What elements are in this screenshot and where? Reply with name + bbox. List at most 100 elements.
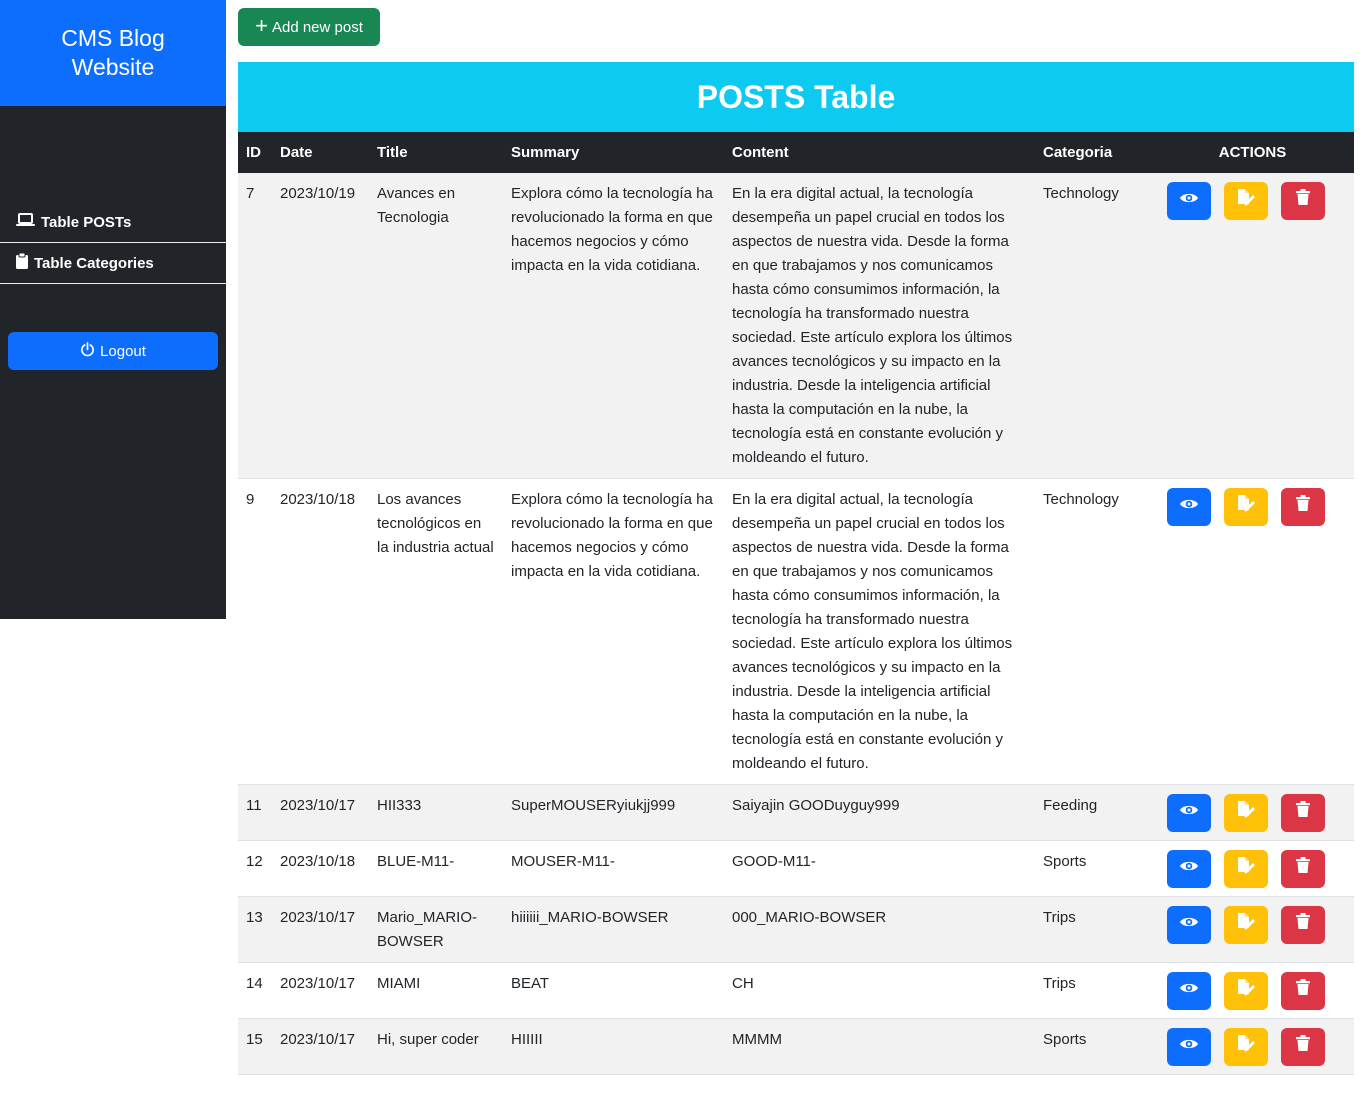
sidebar-item-table-posts[interactable]: Table POSTs xyxy=(0,202,226,243)
cell-content: CH xyxy=(724,962,1035,1019)
table-row: 11 2023/10/17 HII333 SuperMOUSERyiukjj99… xyxy=(238,784,1354,841)
edit-file-icon xyxy=(1236,188,1256,214)
column-header-title: Title xyxy=(377,144,408,161)
trash-icon xyxy=(1296,801,1310,825)
cell-summary: HIIIII xyxy=(503,1018,724,1075)
delete-button[interactable] xyxy=(1281,850,1325,888)
eye-icon xyxy=(1179,857,1199,881)
delete-button[interactable] xyxy=(1281,182,1325,220)
edit-button[interactable] xyxy=(1224,850,1268,888)
eye-icon xyxy=(1179,189,1199,213)
row-actions xyxy=(1159,906,1346,944)
table-row: 15 2023/10/17 Hi, super coder HIIIII MMM… xyxy=(238,1018,1354,1075)
add-new-post-button[interactable]: + Add new post xyxy=(238,8,380,46)
view-button[interactable] xyxy=(1167,794,1211,832)
cell-content: GOOD-M11- xyxy=(724,840,1035,897)
cell-actions xyxy=(1151,1018,1354,1075)
table-row: 12 2023/10/18 BLUE-M11- MOUSER-M11- GOOD… xyxy=(238,840,1354,897)
cell-summary: BEAT xyxy=(503,962,724,1019)
cell-summary: MOUSER-M11- xyxy=(503,840,724,897)
eye-icon xyxy=(1179,801,1199,825)
trash-icon xyxy=(1296,857,1310,881)
cell-id: 12 xyxy=(238,840,272,897)
cell-content: 000_MARIO-BOWSER xyxy=(724,896,1035,963)
cell-category: Trips xyxy=(1035,896,1151,963)
cell-id: 9 xyxy=(238,478,272,785)
cell-actions xyxy=(1151,896,1354,963)
edit-button[interactable] xyxy=(1224,1028,1268,1066)
plus-icon: + xyxy=(255,13,268,38)
trash-icon xyxy=(1296,913,1310,937)
table-row: 9 2023/10/18 Los avances tecnológicos en… xyxy=(238,478,1354,785)
column-header-category: Categoria xyxy=(1043,144,1113,161)
column-header-id: ID xyxy=(246,144,261,161)
column-header-date: Date xyxy=(280,144,313,161)
cell-content: En la era digital actual, la tecnología … xyxy=(724,478,1035,785)
edit-file-icon xyxy=(1236,912,1256,938)
cell-id: 11 xyxy=(238,784,272,841)
edit-file-icon xyxy=(1236,494,1256,520)
delete-button[interactable] xyxy=(1281,906,1325,944)
edit-file-icon xyxy=(1236,856,1256,882)
edit-button[interactable] xyxy=(1224,794,1268,832)
delete-button[interactable] xyxy=(1281,972,1325,1010)
table-header-row: ID Date Title Summary Content Categoria … xyxy=(238,132,1354,173)
column-header-content: Content xyxy=(732,144,789,161)
cell-summary: Explora cómo la tecnología ha revolucion… xyxy=(503,478,724,785)
cell-category: Technology xyxy=(1035,478,1151,785)
row-actions xyxy=(1159,1028,1346,1066)
edit-button[interactable] xyxy=(1224,488,1268,526)
sidebar: CMS Blog Website Table POSTs Table Categ… xyxy=(0,0,226,619)
cell-date: 2023/10/17 xyxy=(272,1018,369,1075)
logout-label: Logout xyxy=(100,342,146,360)
view-button[interactable] xyxy=(1167,972,1211,1010)
cell-actions xyxy=(1151,840,1354,897)
trash-icon xyxy=(1296,495,1310,519)
table-row: 14 2023/10/17 MIAMI BEAT CH Trips xyxy=(238,962,1354,1019)
posts-table-section: POSTS Table ID Date Title Summary Conten… xyxy=(238,62,1354,1075)
cell-content: En la era digital actual, la tecnología … xyxy=(724,173,1035,479)
cell-actions xyxy=(1151,478,1354,785)
row-actions xyxy=(1159,850,1346,888)
view-button[interactable] xyxy=(1167,906,1211,944)
edit-button[interactable] xyxy=(1224,906,1268,944)
column-header-actions: ACTIONS xyxy=(1218,144,1287,161)
cell-id: 14 xyxy=(238,962,272,1019)
cell-id: 7 xyxy=(238,173,272,479)
view-button[interactable] xyxy=(1167,182,1211,220)
edit-button[interactable] xyxy=(1224,972,1268,1010)
cell-content: Saiyajin GOODuyguy999 xyxy=(724,784,1035,841)
cell-title: MIAMI xyxy=(369,962,503,1019)
view-button[interactable] xyxy=(1167,1028,1211,1066)
cell-date: 2023/10/17 xyxy=(272,784,369,841)
cell-category: Technology xyxy=(1035,173,1151,479)
cell-date: 2023/10/18 xyxy=(272,840,369,897)
table-title: POSTS Table xyxy=(238,62,1354,132)
cell-content: MMMM xyxy=(724,1018,1035,1075)
edit-file-icon xyxy=(1236,1034,1256,1060)
row-actions xyxy=(1159,182,1346,220)
delete-button[interactable] xyxy=(1281,488,1325,526)
cell-summary: Explora cómo la tecnología ha revolucion… xyxy=(503,173,724,479)
logout-button[interactable]: Logout xyxy=(8,332,218,370)
cell-date: 2023/10/18 xyxy=(272,478,369,785)
cell-summary: SuperMOUSERyiukjj999 xyxy=(503,784,724,841)
brand-title: CMS Blog Website xyxy=(0,0,226,106)
view-button[interactable] xyxy=(1167,488,1211,526)
row-actions xyxy=(1159,972,1346,1010)
sidebar-nav: Table POSTs Table Categories xyxy=(0,202,226,284)
view-button[interactable] xyxy=(1167,850,1211,888)
cell-date: 2023/10/17 xyxy=(272,896,369,963)
cell-id: 13 xyxy=(238,896,272,963)
cell-category: Sports xyxy=(1035,1018,1151,1075)
edit-button[interactable] xyxy=(1224,182,1268,220)
sidebar-item-table-categories[interactable]: Table Categories xyxy=(0,243,226,284)
eye-icon xyxy=(1179,979,1199,1003)
delete-button[interactable] xyxy=(1281,1028,1325,1066)
cell-title: Avances en Tecnologia xyxy=(369,173,503,479)
cell-category: Trips xyxy=(1035,962,1151,1019)
cell-actions xyxy=(1151,784,1354,841)
sidebar-item-label: Table Categories xyxy=(34,254,154,272)
delete-button[interactable] xyxy=(1281,794,1325,832)
cell-date: 2023/10/19 xyxy=(272,173,369,479)
